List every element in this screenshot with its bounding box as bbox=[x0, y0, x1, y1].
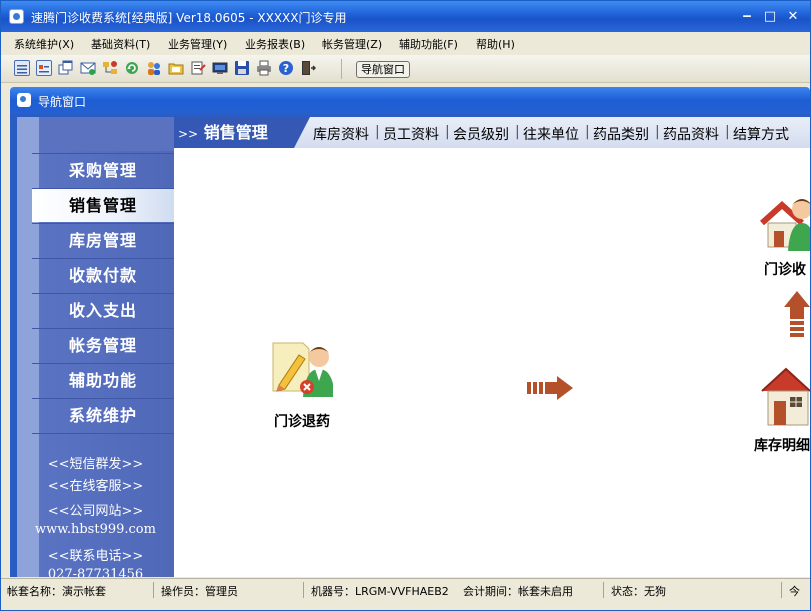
nav-window-title: 导航窗口 bbox=[38, 95, 87, 109]
app-icon bbox=[9, 9, 24, 24]
stock-house-icon bbox=[761, 367, 810, 426]
quick-link-separator: | bbox=[375, 124, 380, 140]
status-account: 帐套名称：演示帐套 bbox=[7, 585, 106, 598]
quick-link-separator: | bbox=[515, 124, 520, 140]
status-state: 状态：无狗 bbox=[611, 585, 666, 598]
quick-link-stock-data[interactable]: 库房资料 bbox=[313, 124, 369, 144]
menu-help[interactable]: 帮助(H) bbox=[476, 36, 515, 52]
sidebar-item-income-expense[interactable]: 收入支出 bbox=[32, 293, 174, 327]
app-window: 速腾门诊收费系统[经典版] Ver18.0605 - XXXXX门诊专用 ‒ □… bbox=[0, 0, 811, 611]
contact-phone-link[interactable]: <<联系电话>> bbox=[17, 545, 174, 564]
online-support-link[interactable]: <<在线客服>> bbox=[17, 475, 174, 494]
sms-broadcast-link[interactable]: <<短信群发>> bbox=[17, 453, 174, 472]
nav-window-body: 采购管理 销售管理 库房管理 收款付款 收入支出 帐务管理 辅助功能 系统维护 … bbox=[10, 114, 810, 577]
folder-icon[interactable] bbox=[168, 60, 184, 76]
stock-detail-label: 库存明细 bbox=[754, 438, 810, 454]
status-separator bbox=[303, 582, 304, 598]
status-separator bbox=[153, 582, 154, 598]
sidebar-item-sales[interactable]: 销售管理 bbox=[32, 188, 174, 222]
sidebar-item-auxiliary[interactable]: 辅助功能 bbox=[32, 363, 174, 397]
help-icon[interactable]: ? bbox=[278, 60, 294, 76]
quick-link-staff-data[interactable]: 员工资料 bbox=[383, 124, 439, 144]
monitor-icon[interactable] bbox=[212, 60, 228, 76]
window-title: 速腾门诊收费系统[经典版] Ver18.0605 - XXXXX门诊专用 bbox=[31, 11, 347, 25]
card-icon[interactable] bbox=[36, 60, 52, 76]
clinic-charge-label: 门诊收 bbox=[764, 262, 806, 278]
menu-business-reports[interactable]: 业务报表(B) bbox=[245, 36, 305, 52]
close-button[interactable]: ✕ bbox=[784, 8, 802, 26]
grid-icon[interactable] bbox=[14, 60, 30, 76]
status-machine: 机器号：LRGM-VVFHAEB2 bbox=[311, 585, 449, 598]
note-icon[interactable] bbox=[190, 60, 206, 76]
windows-icon[interactable] bbox=[58, 60, 74, 76]
minimize-button[interactable]: ‒ bbox=[738, 8, 756, 26]
toolbar-separator bbox=[341, 59, 342, 79]
menu-bar: 系统维护(X) 基础资料(T) 业务管理(Y) 业务报表(B) 帐务管理(Z) … bbox=[1, 32, 810, 54]
quick-link-separator: | bbox=[445, 124, 450, 140]
nav-window: 导航窗口 采购管理 销售管理 库房管理 收款付款 收入支出 帐务管理 辅助功能 … bbox=[10, 87, 810, 577]
title-bar[interactable]: 速腾门诊收费系统[经典版] Ver18.0605 - XXXXX门诊专用 ‒ □… bbox=[1, 1, 810, 32]
quick-link-partners[interactable]: 往来单位 bbox=[523, 124, 579, 144]
mail-icon[interactable] bbox=[80, 60, 96, 76]
svg-text:?: ? bbox=[283, 62, 289, 75]
menu-accounts[interactable]: 帐务管理(Z) bbox=[322, 36, 382, 52]
status-period: 会计期间：帐套未启用 bbox=[463, 585, 573, 598]
website-url[interactable]: www.hbst999.com bbox=[17, 522, 174, 537]
quick-link-member-level[interactable]: 会员级别 bbox=[453, 124, 509, 144]
module-sidebar: 采购管理 销售管理 库房管理 收款付款 收入支出 帐务管理 辅助功能 系统维护 … bbox=[17, 117, 174, 577]
refresh-icon[interactable] bbox=[124, 60, 140, 76]
sidebar-item-system[interactable]: 系统维护 bbox=[32, 398, 174, 432]
quick-link-separator: | bbox=[725, 124, 730, 140]
status-tail: 今 bbox=[789, 585, 800, 598]
flow-arrow-right-icon bbox=[527, 376, 573, 400]
menu-basic-data[interactable]: 基础资料(T) bbox=[91, 36, 150, 52]
clinic-charge-icon bbox=[760, 199, 810, 251]
quick-link-separator: | bbox=[585, 124, 590, 140]
status-operator: 操作员：管理员 bbox=[161, 585, 238, 598]
sidebar-item-accounts[interactable]: 帐务管理 bbox=[32, 328, 174, 362]
status-bar: 帐套名称：演示帐套 操作员：管理员 机器号：LRGM-VVFHAEB2 会计期间… bbox=[1, 578, 810, 600]
sales-content-area: >> 销售管理 库房资料 | 员工资料 | 会员级别 | 往来单位 | 药品类别… bbox=[174, 117, 810, 577]
save-icon[interactable] bbox=[234, 60, 250, 76]
sidebar-divider bbox=[32, 433, 174, 434]
menu-auxiliary[interactable]: 辅助功能(F) bbox=[399, 36, 458, 52]
tab-bar: >> 销售管理 库房资料 | 员工资料 | 会员级别 | 往来单位 | 药品类别… bbox=[174, 117, 810, 148]
sidebar-header bbox=[39, 117, 174, 151]
tab-sales-management[interactable]: >> 销售管理 bbox=[174, 117, 294, 148]
nav-window-icon bbox=[17, 93, 31, 107]
sidebar-item-warehouse[interactable]: 库房管理 bbox=[32, 223, 174, 257]
status-separator bbox=[603, 582, 604, 598]
quick-link-drug-category[interactable]: 药品类别 bbox=[593, 124, 649, 144]
flow-arrow-up-icon bbox=[784, 291, 810, 337]
contact-phone-number: 027-87731456 bbox=[47, 567, 144, 577]
tab-shape bbox=[294, 117, 310, 148]
menu-system-maintenance[interactable]: 系统维护(X) bbox=[14, 36, 74, 52]
clinic-return-icon bbox=[272, 342, 333, 397]
tree-icon[interactable] bbox=[102, 60, 118, 76]
exit-icon[interactable] bbox=[300, 60, 317, 76]
nav-window-title-bar[interactable]: 导航窗口 bbox=[10, 87, 810, 114]
quick-link-separator: | bbox=[655, 124, 660, 140]
users-icon[interactable] bbox=[146, 60, 162, 76]
tab-label: 销售管理 bbox=[203, 123, 268, 142]
sidebar-item-payments[interactable]: 收款付款 bbox=[32, 258, 174, 292]
toolbar: ? 导航窗口 bbox=[1, 55, 810, 83]
quick-link-settlement[interactable]: 结算方式 bbox=[733, 124, 789, 144]
nav-window-button[interactable]: 导航窗口 bbox=[356, 61, 410, 78]
maximize-button[interactable]: □ bbox=[761, 8, 779, 26]
tab-prefix: >> bbox=[178, 127, 199, 141]
sidebar-item-purchase[interactable]: 采购管理 bbox=[32, 153, 174, 187]
clinic-return-drugs-label: 门诊退药 bbox=[274, 414, 330, 430]
quick-link-drug-data[interactable]: 药品资料 bbox=[663, 124, 719, 144]
status-separator bbox=[781, 582, 782, 598]
print-icon[interactable] bbox=[256, 60, 272, 76]
company-website-link[interactable]: <<公司网站>> bbox=[17, 500, 174, 519]
menu-business-management[interactable]: 业务管理(Y) bbox=[168, 36, 227, 52]
